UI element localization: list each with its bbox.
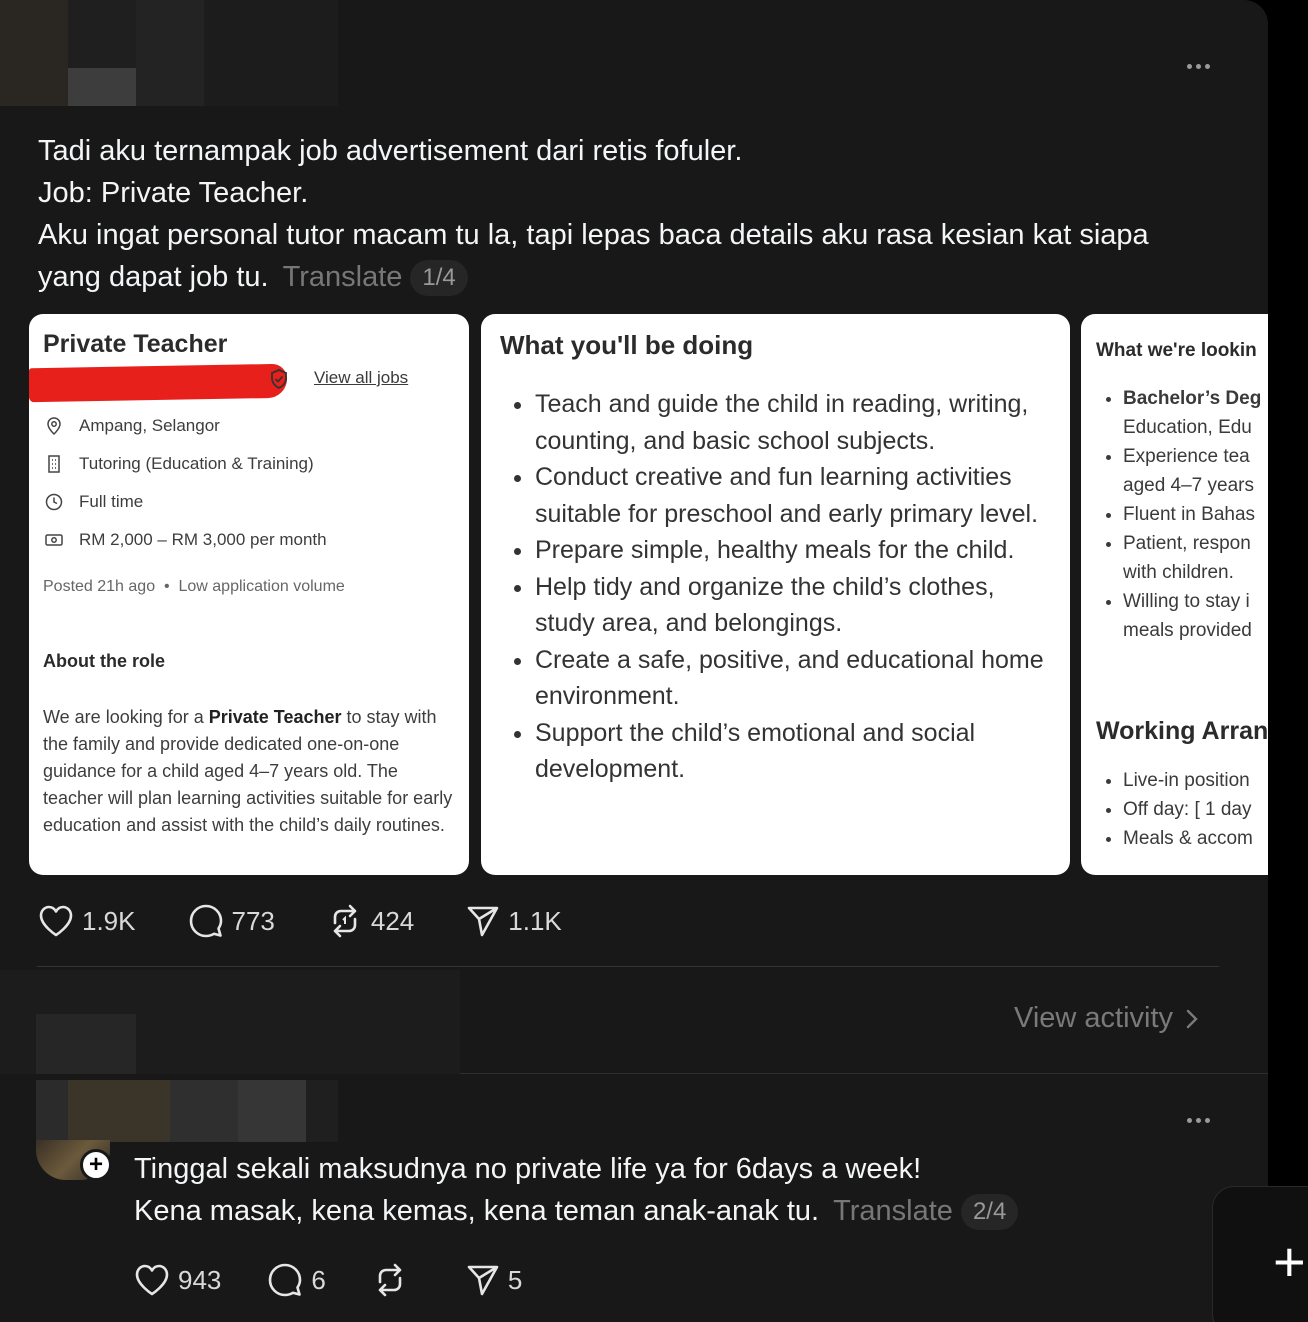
send-icon [467,1265,499,1296]
like-count: 943 [178,1264,222,1295]
verified-shield-icon [269,368,289,395]
list-item: Teach and guide the child in reading, wr… [535,386,1055,459]
salary-row: RM 2,000 – RM 3,000 per month [43,530,327,550]
requirements-heading: What we're lookin [1096,340,1257,361]
list-item: Conduct creative and fun learning activi… [535,459,1055,532]
blurred-reply-header [0,970,460,1074]
blurred-avatar-area [0,0,338,106]
post-actions: 1.9K 773 424 1.1K [38,903,614,939]
comment-count: 6 [311,1264,326,1295]
arrangement-list: Live-in position Off day: [ 1 day Meals … [1123,766,1253,853]
building-icon [43,455,65,473]
page-indicator: 2/4 [960,1194,1019,1231]
repost-icon [333,904,357,938]
list-item: Experience teaaged 4–7 years [1123,442,1261,500]
list-item: Fluent in Bahas [1123,500,1261,529]
like-count: 1.9K [82,905,136,936]
share-button[interactable]: 1.1K [466,904,562,938]
comment-bubble-icon [189,904,222,938]
translate-link[interactable]: Translate [283,261,403,293]
list-item: Prepare simple, healthy meals for the ch… [535,532,1055,569]
posted-meta: Posted 21h ago • Low application volume [43,578,345,595]
share-count: 1.1K [508,905,562,936]
view-all-jobs-link[interactable]: View all jobs [314,368,408,388]
list-item: Help tidy and organize the child’s cloth… [535,569,1055,642]
heart-icon [135,1264,169,1296]
image-card-responsibilities[interactable]: What you'll be doing Teach and guide the… [481,314,1070,875]
reply-more-options-icon[interactable] [1187,1118,1210,1123]
about-text: We are looking for a Private Teacher to … [43,707,453,835]
repost-button[interactable]: 424 [327,903,414,939]
reply-line-last: Kena masak, kena kemas, kena teman anak-… [134,1190,1019,1232]
page-indicator: 1/4 [410,260,468,297]
reply-line: Tinggal sekali maksudnya no private life… [134,1153,922,1185]
list-item: Meals & accom [1123,824,1253,853]
chevron-right-icon [1186,1009,1198,1028]
list-item: Off day: [ 1 day [1123,795,1253,824]
list-item: Willing to stay imeals provided [1123,587,1261,645]
comment-count: 773 [231,905,275,936]
post-line: Tadi aku ternampak job advertisement dar… [38,135,743,167]
like-button[interactable]: 943 [134,1263,221,1297]
money-icon [43,534,65,546]
reply-body: Tinggal sekali maksudnya no private life… [134,1148,1019,1232]
follow-plus-icon[interactable]: + [80,1149,112,1181]
work-type-row: Full time [43,492,143,512]
list-item: Create a safe, positive, and educational… [535,642,1055,715]
list-item: Support the child’s emotional and social… [535,715,1055,788]
comment-button[interactable]: 6 [267,1262,326,1298]
translate-link[interactable]: Translate [833,1195,953,1227]
new-post-plus-icon[interactable]: + [1212,1186,1308,1322]
about-heading: About the role [43,651,165,671]
redaction-mark [29,363,287,403]
job-title: Private Teacher [43,330,228,358]
image-card-requirements[interactable]: What we're lookin Bachelor’s DegEducatio… [1081,314,1268,875]
comment-bubble-icon [269,1263,302,1297]
responsibilities-list: Teach and guide the child in reading, wr… [535,386,1055,788]
view-activity-link[interactable]: View activity [1014,1002,1199,1035]
list-item: Live-in position [1123,766,1253,795]
blurred-reply-name [36,1080,338,1142]
location-row: Ampang, Selangor [43,416,220,436]
thread-panel: Tadi aku ternampak job advertisement dar… [0,0,1268,1322]
post-line: Job: Private Teacher. [38,177,309,209]
divider [37,966,1219,967]
like-button[interactable]: 1.9K [38,904,136,938]
post-body: Tadi aku ternampak job advertisement dar… [38,130,1228,298]
image-card-job-summary[interactable]: Private Teacher View all jobs Ampang, Se… [29,314,469,875]
requirements-list: Bachelor’s DegEducation, Edu Experience … [1123,384,1261,645]
location-pin-icon [43,417,65,435]
list-item: Patient, responwith children. [1123,529,1261,587]
repost-button[interactable] [372,1262,416,1298]
repost-icon [378,1263,402,1297]
heart-icon [39,905,73,937]
more-options-icon[interactable] [1187,64,1210,69]
repost-count: 424 [370,905,415,936]
post-line: Aku ingat personal tutor macam tu la, ta… [38,219,1149,251]
comment-button[interactable]: 773 [188,903,275,939]
clock-icon [43,493,65,511]
post-line-last: yang dapat job tu. Translate 1/4 [38,256,1228,298]
share-count: 5 [507,1264,523,1295]
list-item: Bachelor’s DegEducation, Edu [1123,384,1261,442]
working-arrangement-heading: Working Arran [1096,717,1268,745]
reply-actions: 943 6 5 [134,1262,574,1298]
responsibilities-heading: What you'll be doing [500,330,754,360]
send-icon [467,906,499,937]
category-row: Tutoring (Education & Training) [43,454,314,474]
share-button[interactable]: 5 [466,1263,522,1297]
